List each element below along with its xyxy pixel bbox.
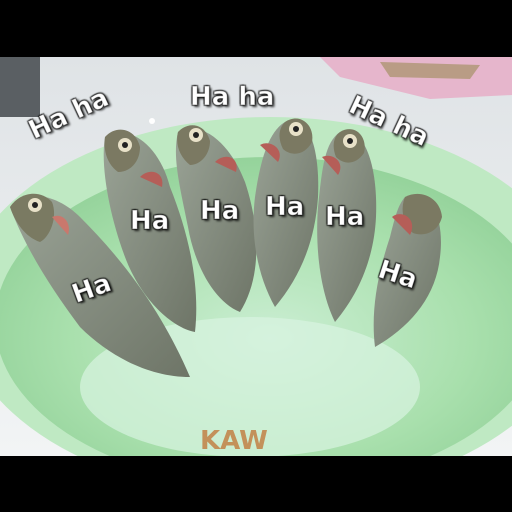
dark-corner (0, 57, 40, 117)
caption-ha-5: Ha (324, 202, 365, 232)
caption-ha-2: Ha (129, 206, 170, 236)
caption-haha-top-center: Ha ha (189, 82, 275, 112)
bowl-label: KAW (200, 426, 268, 456)
caption-ha-3: Ha (199, 196, 240, 226)
caption-ha-4: Ha (264, 192, 305, 222)
